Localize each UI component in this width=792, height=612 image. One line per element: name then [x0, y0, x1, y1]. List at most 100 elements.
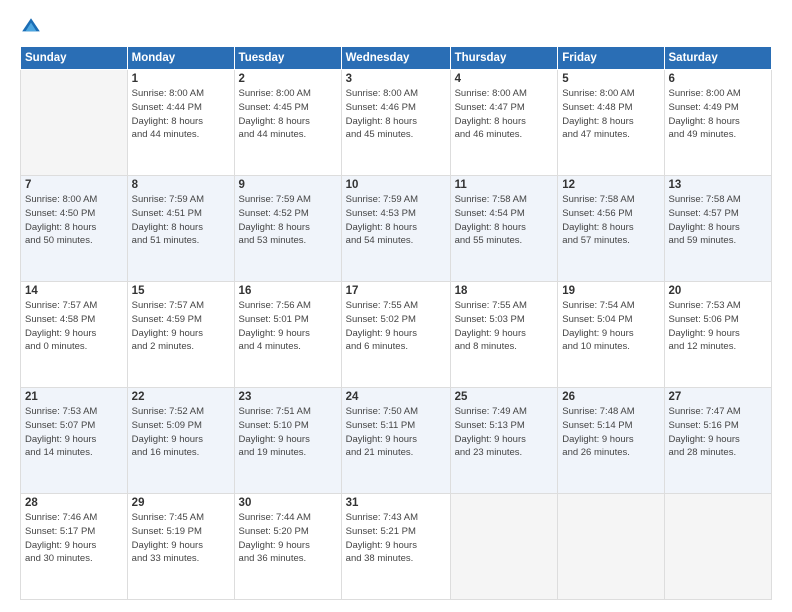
calendar-cell: 4 Sunrise: 8:00 AMSunset: 4:47 PMDaylight…: [450, 70, 558, 176]
weekday-header-monday: Monday: [127, 47, 234, 70]
week-row-3: 14Sunrise: 7:57 AMSunset: 4:58 PMDayligh…: [21, 282, 772, 388]
day-info: Sunrise: 7:43 AMSunset: 5:21 PMDaylight:…: [346, 511, 446, 566]
day-number: 20: [669, 285, 768, 297]
calendar-cell: 16 Sunrise: 7:56 AMSunset: 5:01 PMDayligh…: [234, 282, 341, 388]
calendar-cell: 25 Sunrise: 7:49 AMSunset: 5:13 PMDayligh…: [450, 388, 558, 494]
day-info: Sunrise: 7:48 AMSunset: 5:14 PMDaylight:…: [562, 405, 659, 460]
day-number: 25: [455, 391, 554, 403]
day-info: Sunrise: 7:53 AMSunset: 5:06 PMDaylight:…: [669, 299, 768, 354]
day-number: 22: [132, 391, 230, 403]
day-info: Sunrise: 8:00 AMSunset: 4:49 PMDaylight:…: [669, 87, 768, 142]
calendar-table: SundayMondayTuesdayWednesdayThursdayFrid…: [20, 46, 772, 600]
calendar-cell: 15 Sunrise: 7:57 AMSunset: 4:59 PMDayligh…: [127, 282, 234, 388]
day-info: Sunrise: 7:58 AMSunset: 4:57 PMDaylight:…: [669, 193, 768, 248]
day-number: 5: [562, 73, 659, 85]
calendar-cell: [664, 494, 772, 600]
calendar-cell: 11 Sunrise: 7:58 AMSunset: 4:54 PMDayligh…: [450, 176, 558, 282]
day-info: Sunrise: 7:46 AMSunset: 5:17 PMDaylight:…: [25, 511, 123, 566]
day-number: 9: [239, 179, 337, 191]
calendar-cell: 12 Sunrise: 7:58 AMSunset: 4:56 PMDayligh…: [558, 176, 664, 282]
day-info: Sunrise: 7:59 AMSunset: 4:52 PMDaylight:…: [239, 193, 337, 248]
page: SundayMondayTuesdayWednesdayThursdayFrid…: [0, 0, 792, 612]
day-info: Sunrise: 8:00 AMSunset: 4:44 PMDaylight:…: [132, 87, 230, 142]
day-number: 26: [562, 391, 659, 403]
calendar-cell: 27 Sunrise: 7:47 AMSunset: 5:16 PMDayligh…: [664, 388, 772, 494]
calendar-cell: 19Sunrise: 7:54 AMSunset: 5:04 PMDayligh…: [558, 282, 664, 388]
weekday-header-saturday: Saturday: [664, 47, 772, 70]
day-info: Sunrise: 7:56 AMSunset: 5:01 PMDaylight:…: [239, 299, 337, 354]
day-info: Sunrise: 8:00 AMSunset: 4:50 PMDaylight:…: [25, 193, 123, 248]
day-info: Sunrise: 7:52 AMSunset: 5:09 PMDaylight:…: [132, 405, 230, 460]
calendar-cell: 24Sunrise: 7:50 AMSunset: 5:11 PMDayligh…: [341, 388, 450, 494]
day-number: 24: [346, 391, 446, 403]
day-info: Sunrise: 7:54 AMSunset: 5:04 PMDaylight:…: [562, 299, 659, 354]
calendar-cell: 30Sunrise: 7:44 AMSunset: 5:20 PMDayligh…: [234, 494, 341, 600]
day-number: 13: [669, 179, 768, 191]
calendar-cell: 8 Sunrise: 7:59 AMSunset: 4:51 PMDaylight…: [127, 176, 234, 282]
day-info: Sunrise: 7:47 AMSunset: 5:16 PMDaylight:…: [669, 405, 768, 460]
weekday-header-row: SundayMondayTuesdayWednesdayThursdayFrid…: [21, 47, 772, 70]
weekday-header-sunday: Sunday: [21, 47, 128, 70]
calendar-cell: 7 Sunrise: 8:00 AMSunset: 4:50 PMDaylight…: [21, 176, 128, 282]
calendar-cell: 10Sunrise: 7:59 AMSunset: 4:53 PMDayligh…: [341, 176, 450, 282]
day-info: Sunrise: 7:58 AMSunset: 4:56 PMDaylight:…: [562, 193, 659, 248]
day-number: 1: [132, 73, 230, 85]
weekday-header-wednesday: Wednesday: [341, 47, 450, 70]
day-number: 18: [455, 285, 554, 297]
day-number: 16: [239, 285, 337, 297]
day-number: 4: [455, 73, 554, 85]
day-number: 17: [346, 285, 446, 297]
day-number: 12: [562, 179, 659, 191]
day-number: 30: [239, 497, 337, 509]
weekday-header-friday: Friday: [558, 47, 664, 70]
day-number: 15: [132, 285, 230, 297]
calendar-cell: 6 Sunrise: 8:00 AMSunset: 4:49 PMDaylight…: [664, 70, 772, 176]
day-info: Sunrise: 8:00 AMSunset: 4:47 PMDaylight:…: [455, 87, 554, 142]
calendar-cell: 18 Sunrise: 7:55 AMSunset: 5:03 PMDayligh…: [450, 282, 558, 388]
weekday-header-tuesday: Tuesday: [234, 47, 341, 70]
week-row-1: 1 Sunrise: 8:00 AMSunset: 4:44 PMDaylight…: [21, 70, 772, 176]
calendar-cell: [558, 494, 664, 600]
day-number: 27: [669, 391, 768, 403]
day-info: Sunrise: 7:53 AMSunset: 5:07 PMDaylight:…: [25, 405, 123, 460]
day-info: Sunrise: 7:57 AMSunset: 4:59 PMDaylight:…: [132, 299, 230, 354]
day-number: 21: [25, 391, 123, 403]
calendar-cell: 17 Sunrise: 7:55 AMSunset: 5:02 PMDayligh…: [341, 282, 450, 388]
weekday-header-thursday: Thursday: [450, 47, 558, 70]
calendar-cell: 29Sunrise: 7:45 AMSunset: 5:19 PMDayligh…: [127, 494, 234, 600]
calendar-cell: 1 Sunrise: 8:00 AMSunset: 4:44 PMDaylight…: [127, 70, 234, 176]
day-number: 23: [239, 391, 337, 403]
day-info: Sunrise: 7:55 AMSunset: 5:03 PMDaylight:…: [455, 299, 554, 354]
logo: [20, 16, 46, 38]
day-info: Sunrise: 7:59 AMSunset: 4:53 PMDaylight:…: [346, 193, 446, 248]
calendar-cell: 28Sunrise: 7:46 AMSunset: 5:17 PMDayligh…: [21, 494, 128, 600]
day-number: 8: [132, 179, 230, 191]
calendar-cell: 21 Sunrise: 7:53 AMSunset: 5:07 PMDayligh…: [21, 388, 128, 494]
day-info: Sunrise: 7:49 AMSunset: 5:13 PMDaylight:…: [455, 405, 554, 460]
week-row-2: 7 Sunrise: 8:00 AMSunset: 4:50 PMDaylight…: [21, 176, 772, 282]
calendar-cell: 31Sunrise: 7:43 AMSunset: 5:21 PMDayligh…: [341, 494, 450, 600]
day-number: 14: [25, 285, 123, 297]
day-number: 7: [25, 179, 123, 191]
week-row-5: 28Sunrise: 7:46 AMSunset: 5:17 PMDayligh…: [21, 494, 772, 600]
day-number: 6: [669, 73, 768, 85]
week-row-4: 21 Sunrise: 7:53 AMSunset: 5:07 PMDayligh…: [21, 388, 772, 494]
header: [20, 16, 772, 38]
day-info: Sunrise: 7:58 AMSunset: 4:54 PMDaylight:…: [455, 193, 554, 248]
day-number: 29: [132, 497, 230, 509]
day-number: 3: [346, 73, 446, 85]
calendar-cell: [21, 70, 128, 176]
calendar-cell: 14Sunrise: 7:57 AMSunset: 4:58 PMDayligh…: [21, 282, 128, 388]
calendar-cell: 20 Sunrise: 7:53 AMSunset: 5:06 PMDayligh…: [664, 282, 772, 388]
day-info: Sunrise: 8:00 AMSunset: 4:48 PMDaylight:…: [562, 87, 659, 142]
day-info: Sunrise: 8:00 AMSunset: 4:46 PMDaylight:…: [346, 87, 446, 142]
day-info: Sunrise: 7:59 AMSunset: 4:51 PMDaylight:…: [132, 193, 230, 248]
calendar-cell: 23Sunrise: 7:51 AMSunset: 5:10 PMDayligh…: [234, 388, 341, 494]
calendar-cell: [450, 494, 558, 600]
calendar-cell: 13 Sunrise: 7:58 AMSunset: 4:57 PMDayligh…: [664, 176, 772, 282]
day-number: 11: [455, 179, 554, 191]
calendar-cell: 26 Sunrise: 7:48 AMSunset: 5:14 PMDayligh…: [558, 388, 664, 494]
calendar-cell: 2Sunrise: 8:00 AMSunset: 4:45 PMDaylight…: [234, 70, 341, 176]
calendar-cell: 5 Sunrise: 8:00 AMSunset: 4:48 PMDaylight…: [558, 70, 664, 176]
day-info: Sunrise: 7:55 AMSunset: 5:02 PMDaylight:…: [346, 299, 446, 354]
